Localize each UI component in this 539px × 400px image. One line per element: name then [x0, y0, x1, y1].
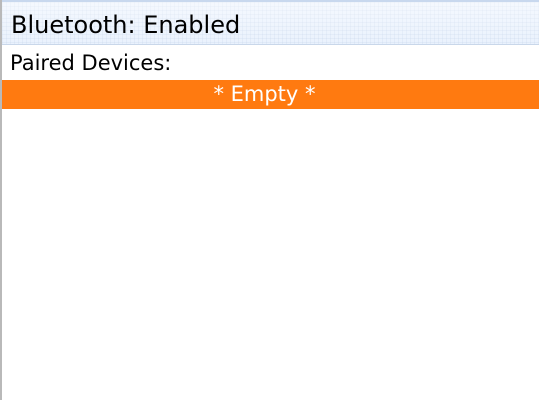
title-bar: Bluetooth: Enabled [2, 0, 539, 45]
paired-devices-heading: Paired Devices: [10, 51, 172, 75]
list-item-empty[interactable]: * Empty * [2, 80, 539, 109]
bluetooth-options-screen: Bluetooth: Enabled Paired Devices: * Emp… [0, 0, 539, 400]
list-item-label: * Empty * [213, 82, 316, 106]
screen-title: Bluetooth: Enabled [11, 11, 241, 39]
paired-devices-list[interactable]: * Empty * [2, 80, 539, 400]
